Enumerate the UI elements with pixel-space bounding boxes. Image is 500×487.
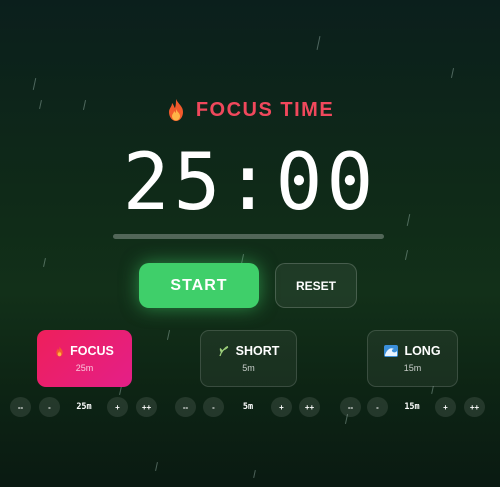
mode-duration: 15m (403, 363, 422, 373)
increase-big-button[interactable]: ++ (299, 397, 320, 417)
focus-adjuster: -- - 25m + ++ (10, 397, 160, 417)
rain-drop (253, 469, 256, 479)
mode-label: FOCUS (70, 344, 114, 358)
reset-button[interactable]: RESET (275, 263, 357, 308)
rain-drop (316, 36, 321, 50)
timer-display: 25:00 (122, 138, 378, 228)
mode-duration: 5m (242, 363, 255, 373)
rain-drop (32, 78, 37, 90)
increase-button[interactable]: + (271, 397, 292, 417)
increase-big-button[interactable]: ++ (464, 397, 485, 417)
app-header: FOCUS TIME (0, 96, 500, 124)
mode-card-focus[interactable]: FOCUS 25m (37, 330, 132, 387)
rain-drop (166, 330, 171, 340)
duration-value: 25m (76, 402, 92, 412)
flame-icon (56, 346, 63, 356)
flame-icon (168, 99, 183, 121)
increase-button[interactable]: + (435, 397, 456, 417)
rain-drop (450, 68, 455, 78)
wave-icon (384, 345, 399, 357)
decrease-button[interactable]: - (39, 397, 60, 417)
mode-label: SHORT (235, 344, 280, 358)
decrease-button[interactable]: - (367, 397, 388, 417)
short-adjuster: -- - 5m + ++ (175, 397, 325, 417)
leaf-icon (218, 346, 228, 357)
mode-card-long[interactable]: LONG 15m (367, 330, 458, 387)
decrease-button[interactable]: - (203, 397, 224, 417)
duration-value: 15m (404, 402, 420, 412)
decrease-big-button[interactable]: -- (10, 397, 31, 417)
rain-drop (119, 385, 122, 396)
decrease-big-button[interactable]: -- (340, 397, 361, 417)
decrease-big-button[interactable]: -- (175, 397, 196, 417)
rain-drop (43, 257, 46, 268)
progress-bar (113, 234, 384, 239)
rain-drop (404, 250, 409, 260)
page-title: FOCUS TIME (195, 98, 335, 121)
increase-big-button[interactable]: ++ (136, 397, 157, 417)
start-button[interactable]: START (139, 263, 259, 308)
long-adjuster: -- - 15m + ++ (340, 397, 490, 417)
mode-label: LONG (404, 344, 441, 358)
rain-drop (155, 461, 158, 472)
increase-button[interactable]: + (107, 397, 128, 417)
rain-drop (431, 385, 434, 395)
mode-duration: 25m (75, 363, 94, 373)
duration-value: 5m (242, 402, 254, 412)
mode-card-short[interactable]: SHORT 5m (200, 330, 297, 387)
